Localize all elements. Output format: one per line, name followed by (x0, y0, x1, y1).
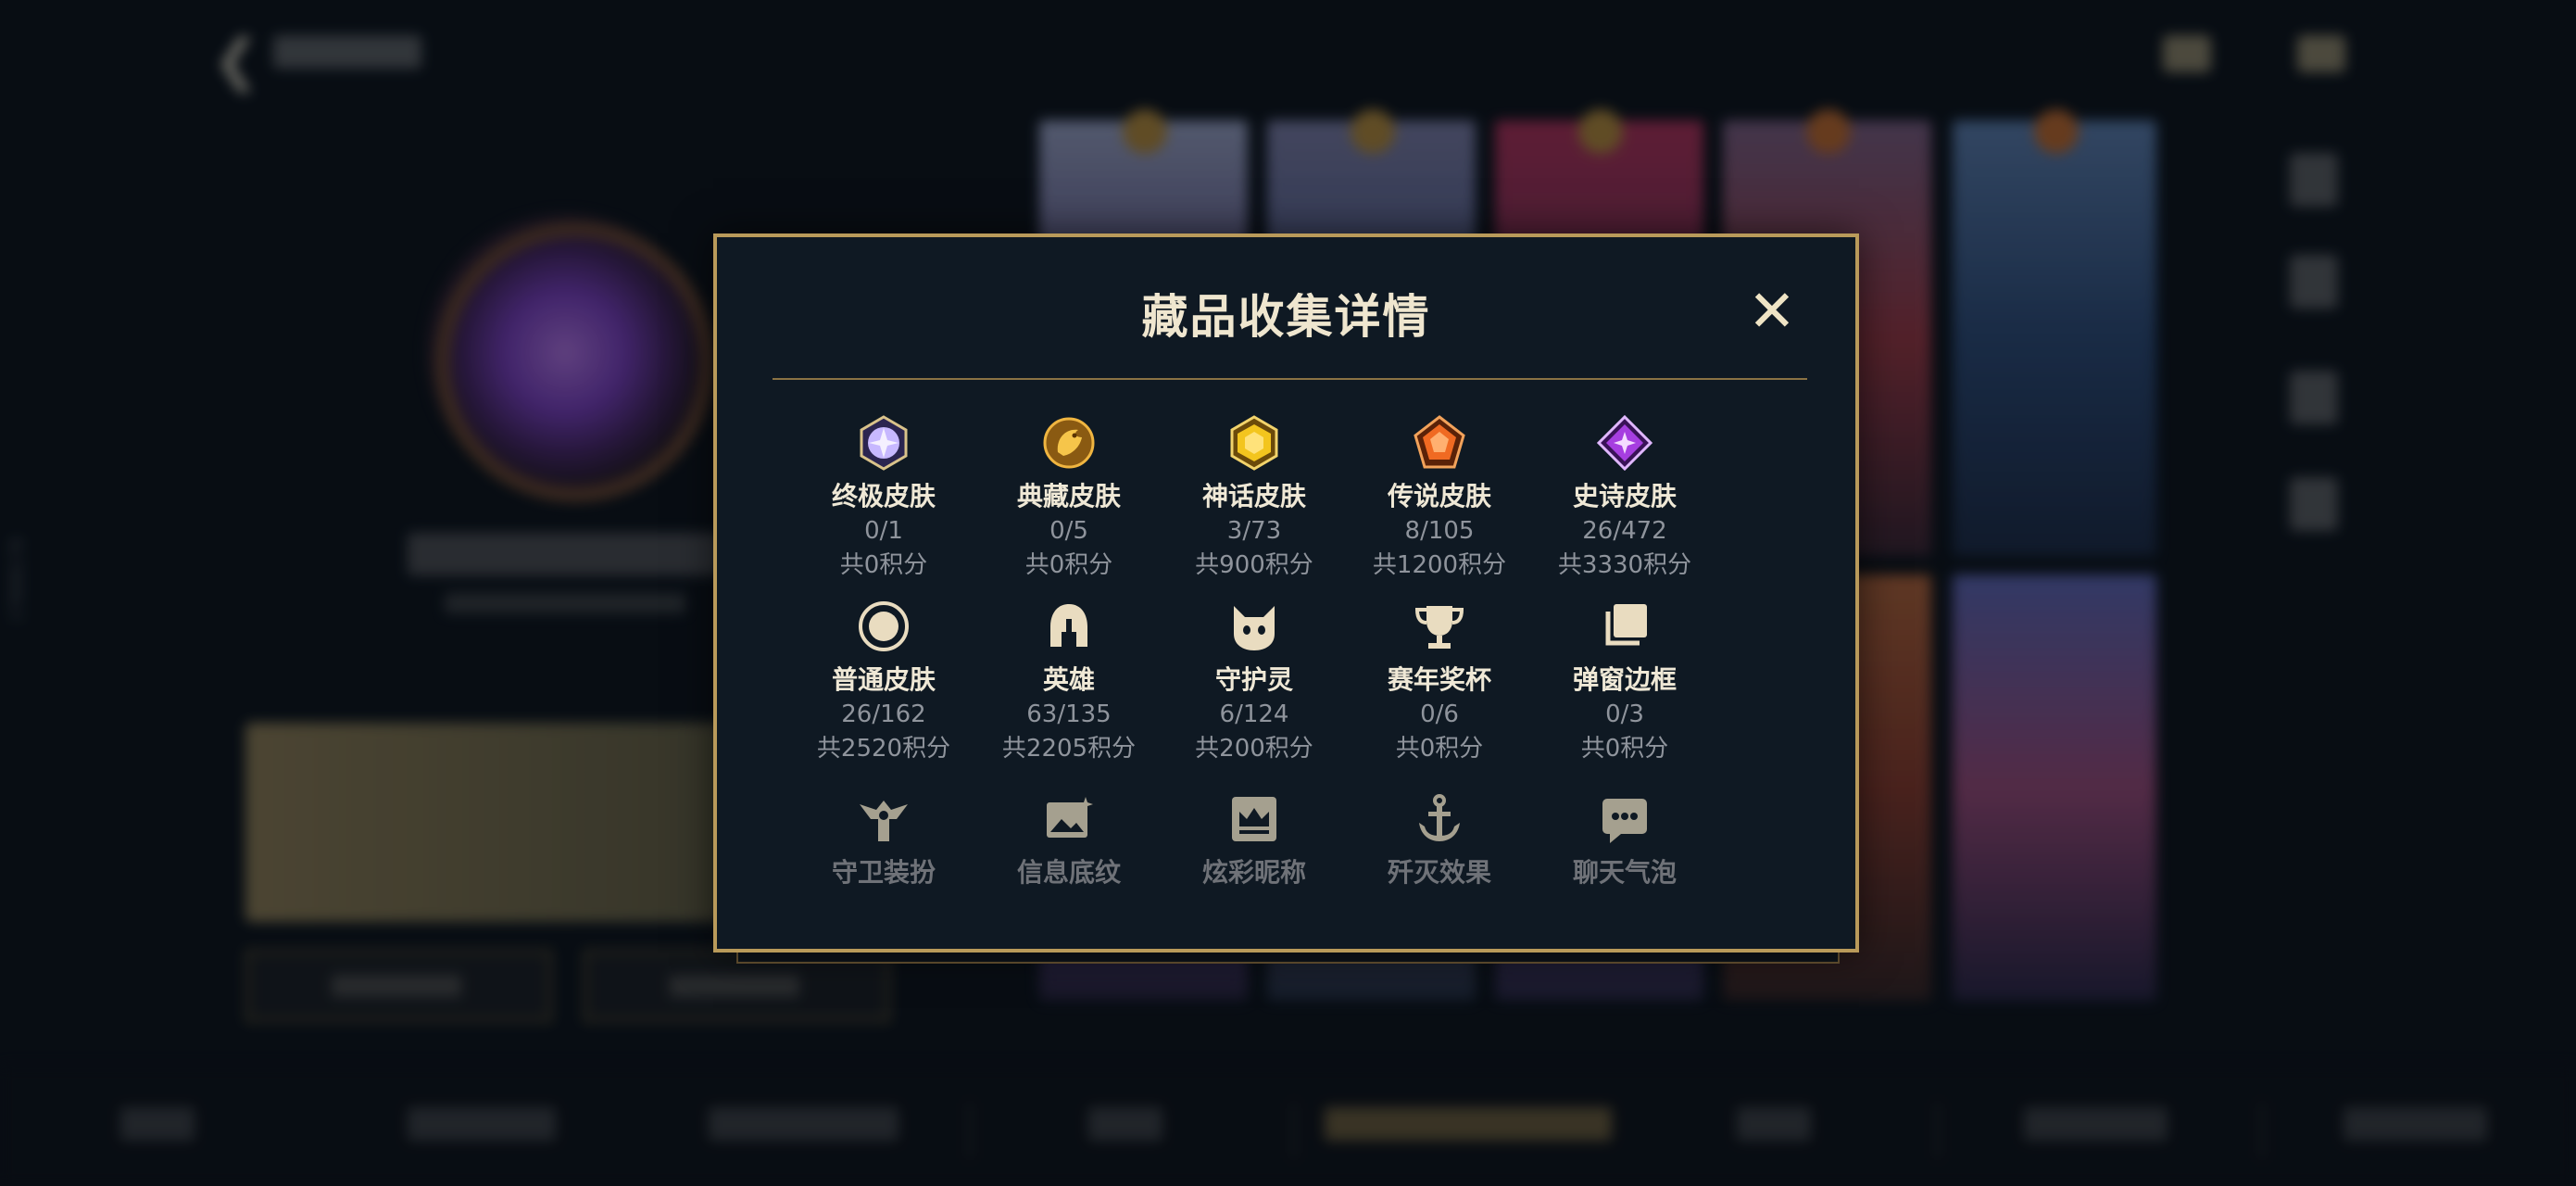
colorful-name-icon (1232, 797, 1276, 841)
title-divider (773, 378, 1807, 380)
collection-item-info-pattern[interactable]: 信息底纹 (976, 791, 1162, 890)
epic-skin-icon (1597, 415, 1652, 471)
collection-item-trophy[interactable]: 赛年奖杯 0/6 共0积分 (1347, 599, 1532, 765)
collection-item-legendary[interactable]: 传说皮肤 8/105 共1200积分 (1347, 415, 1532, 582)
collection-item-chat-bubble[interactable]: 聊天气泡 (1532, 791, 1717, 890)
popup-frame-icon (1605, 604, 1647, 646)
normal-skin-icon (859, 601, 909, 651)
mythic-skin-icon (1230, 415, 1278, 471)
info-pattern-icon (1047, 797, 1093, 838)
champion-helmet-icon (1050, 604, 1087, 647)
legendary-skin-icon (1414, 415, 1465, 469)
annihilation-effect-icon (1419, 794, 1460, 841)
ultimate-skin-icon (860, 415, 908, 471)
collection-item-annihilation[interactable]: 歼灭效果 (1347, 791, 1532, 890)
collection-item-ultimate[interactable]: 终极皮肤 0/1 共0积分 (791, 415, 976, 582)
guardian-spirit-icon (1234, 606, 1275, 650)
dialog-base-plate (736, 953, 1840, 964)
close-icon[interactable]: ✕ (1744, 283, 1800, 341)
collection-item-normal-skin[interactable]: 普通皮肤 26/162 共2520积分 (791, 599, 976, 765)
collection-item-guardian[interactable]: 守护灵 6/124 共200积分 (1162, 599, 1347, 765)
collection-item-mythic[interactable]: 神话皮肤 3/73 共900积分 (1162, 415, 1347, 582)
trophy-icon (1414, 606, 1464, 649)
collection-item-prestige[interactable]: 典藏皮肤 0/5 共0积分 (976, 415, 1162, 582)
collection-item-ward-skin[interactable]: 守卫装扮 (791, 791, 976, 890)
prestige-skin-icon (1043, 417, 1095, 469)
collection-item-champion[interactable]: 英雄 63/135 共2205积分 (976, 599, 1162, 765)
collection-item-popup-frame[interactable]: 弹窗边框 0/3 共0积分 (1532, 599, 1717, 765)
dialog-title: 藏品收集详情 (1141, 290, 1431, 344)
collection-item-colorful-name[interactable]: 炫彩昵称 (1162, 791, 1347, 890)
ward-skin-icon (860, 801, 908, 841)
collection-details-dialog: 藏品收集详情 ✕ 终极皮肤 0/1 共0积分 典藏皮肤 0/5 共0积分 神话皮… (713, 233, 1859, 953)
collection-item-epic[interactable]: 史诗皮肤 26/472 共3330积分 (1532, 415, 1717, 582)
chat-bubble-icon (1602, 799, 1647, 843)
